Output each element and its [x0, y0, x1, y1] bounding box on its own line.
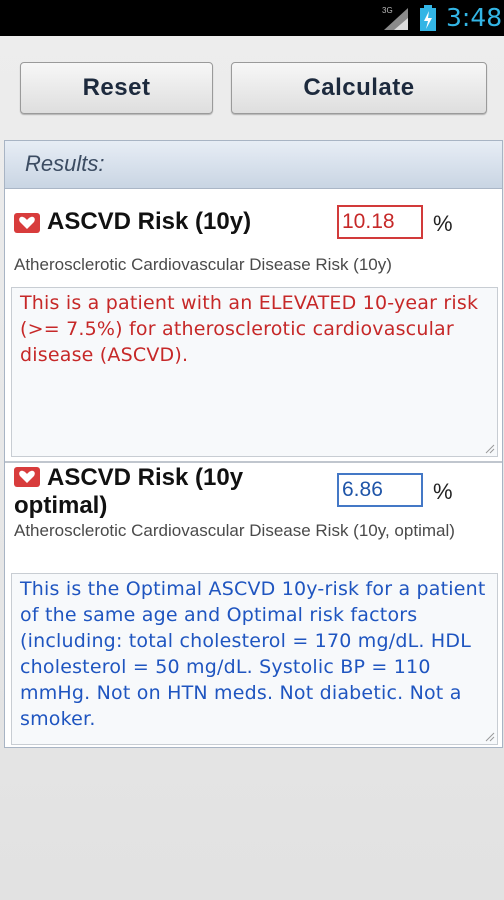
status-clock: 3:48 [446, 3, 503, 32]
status-bar: 3G 3:48 [0, 0, 504, 36]
svg-text:3G: 3G [382, 6, 393, 15]
result-note-text: This is a patient with an ELEVATED 10-ye… [20, 292, 479, 366]
heart-icon [14, 467, 40, 487]
result-ascvd-risk: ASCVD Risk (10y) 10.18 % Atherosclerotic… [5, 203, 502, 461]
result-note-text: This is the Optimal ASCVD 10y-risk for a… [20, 578, 486, 730]
metric-title-line2: optimal) [14, 492, 108, 519]
optimal-risk-value-field[interactable]: 6.86 [337, 473, 423, 507]
result-note[interactable]: This is a patient with an ELEVATED 10-ye… [11, 287, 498, 457]
unit-label: % [433, 211, 453, 236]
metric-title: ASCVD Risk (10y) [47, 208, 252, 235]
calculate-button[interactable]: Calculate [231, 62, 487, 114]
heart-icon [14, 213, 40, 233]
results-panel: Results: ASCVD Risk (10y) 10.18 % Athero… [4, 140, 503, 748]
result-note[interactable]: This is the Optimal ASCVD 10y-risk for a… [11, 573, 498, 745]
results-title: Results: [25, 151, 105, 176]
signal-icon: 3G [382, 6, 408, 30]
metric-description: Atherosclerotic Cardiovascular Disease R… [14, 255, 392, 274]
battery-charging-icon [420, 5, 436, 31]
metric-title-line1: ASCVD Risk (10y [47, 464, 244, 491]
metric-description: Atherosclerotic Cardiovascular Disease R… [14, 521, 455, 540]
risk-value-field[interactable]: 10.18 [337, 205, 423, 239]
unit-label: % [433, 479, 453, 504]
results-header: Results: [5, 141, 502, 189]
app-body: Reset Calculate Results: ASCVD Risk (10y… [0, 36, 504, 900]
reset-button[interactable]: Reset [20, 62, 213, 114]
resize-grip-icon[interactable] [483, 442, 495, 454]
resize-grip-icon[interactable] [483, 730, 495, 742]
result-ascvd-risk-optimal: ASCVD Risk (10y optimal) 6.86 % Atherosc… [5, 461, 502, 747]
